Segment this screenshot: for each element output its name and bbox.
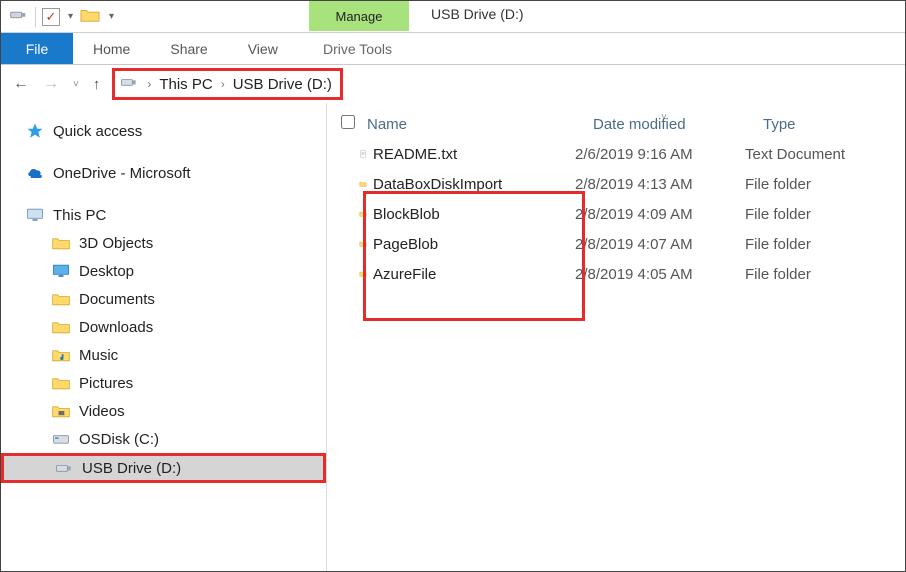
select-all-checkbox[interactable] — [341, 115, 367, 133]
breadcrumb-separator: › — [221, 77, 225, 91]
tree-label: 3D Objects — [79, 235, 153, 252]
tree-label: OSDisk (C:) — [79, 431, 159, 448]
tree-item-videos[interactable]: Videos — [1, 397, 326, 425]
file-date: 2/6/2019 9:16 AM — [575, 146, 745, 163]
this-pc-node[interactable]: This PC — [1, 201, 326, 229]
quick-access-node[interactable]: Quick access — [1, 117, 326, 145]
tree-item-usb-drive[interactable]: USB Drive (D:) — [1, 453, 326, 483]
folder-icon — [341, 265, 367, 283]
drive-icon — [7, 3, 29, 30]
folder-icon — [341, 205, 367, 223]
file-rows: README.txt 2/6/2019 9:16 AM Text Documen… — [327, 139, 905, 289]
title-bar: ✓ ▾ ▾ Manage USB Drive (D:) — [1, 1, 905, 33]
tree-label: USB Drive (D:) — [82, 460, 181, 477]
tree-item-osdisk[interactable]: OSDisk (C:) — [1, 425, 326, 453]
videos-folder-icon — [51, 402, 71, 420]
tree-label: Documents — [79, 291, 155, 308]
file-name: PageBlob — [367, 236, 575, 253]
column-name[interactable]: Name — [367, 116, 593, 133]
desktop-icon — [51, 262, 71, 280]
tree-label: Music — [79, 347, 118, 364]
tree-label: Desktop — [79, 263, 134, 280]
file-type: Text Document — [745, 146, 905, 163]
home-tab[interactable]: Home — [73, 33, 150, 64]
pc-icon — [25, 206, 45, 224]
file-row[interactable]: PageBlob 2/8/2019 4:07 AM File folder — [341, 229, 905, 259]
tree-item-3d-objects[interactable]: 3D Objects — [1, 229, 326, 257]
file-type: File folder — [745, 266, 905, 283]
breadcrumb[interactable]: › This PC › USB Drive (D:) — [112, 68, 343, 100]
cloud-icon — [25, 164, 45, 182]
onedrive-node[interactable]: OneDrive - Microsoft — [1, 159, 326, 187]
textfile-icon — [341, 145, 367, 163]
star-icon — [25, 122, 45, 140]
tree-label: Pictures — [79, 375, 133, 392]
drive-tools-tab[interactable]: Drive Tools — [323, 41, 392, 57]
file-date: 2/8/2019 4:05 AM — [575, 266, 745, 283]
file-date: 2/8/2019 4:07 AM — [575, 236, 745, 253]
share-tab[interactable]: Share — [150, 33, 227, 64]
file-row[interactable]: BlockBlob 2/8/2019 4:09 AM File folder — [341, 199, 905, 229]
file-date: 2/8/2019 4:09 AM — [575, 206, 745, 223]
view-tab[interactable]: View — [228, 33, 298, 64]
column-date-modified[interactable]: ˅ Date modified — [593, 116, 763, 133]
folder-icon — [341, 175, 367, 193]
file-row[interactable]: DataBoxDiskImport 2/8/2019 4:13 AM File … — [341, 169, 905, 199]
file-row[interactable]: AzureFile 2/8/2019 4:05 AM File folder — [341, 259, 905, 289]
chevron-down-icon[interactable]: ▾ — [68, 11, 73, 22]
tree-item-music[interactable]: Music — [1, 341, 326, 369]
disk-icon — [51, 430, 71, 448]
divider — [35, 7, 36, 27]
tree-label: Quick access — [53, 123, 142, 140]
file-type: File folder — [745, 206, 905, 223]
tree-label: Videos — [79, 403, 125, 420]
tree-item-documents[interactable]: Documents — [1, 285, 326, 313]
sort-chevron-icon: ˅ — [661, 112, 667, 123]
nav-arrows: ← → ˅ ↑ — [13, 75, 100, 93]
folder-icon — [51, 290, 71, 308]
ribbon-tabs: File Home Share View — [1, 33, 905, 65]
tree-label: OneDrive - Microsoft — [53, 165, 191, 182]
quick-access-toolbar: ✓ ▾ ▾ — [1, 3, 114, 30]
navigation-bar: ← → ˅ ↑ › This PC › USB Drive (D:) — [1, 65, 905, 103]
tree-label: Downloads — [79, 319, 153, 336]
breadcrumb-separator: › — [147, 77, 151, 91]
new-folder-icon[interactable] — [79, 5, 101, 28]
file-list: Name ˅ Date modified Type README.txt 2/6… — [327, 103, 905, 571]
breadcrumb-root[interactable]: This PC — [159, 76, 212, 93]
window-title: USB Drive (D:) — [431, 6, 524, 22]
music-folder-icon — [51, 346, 71, 364]
up-button[interactable]: ↑ — [93, 76, 101, 93]
file-type: File folder — [745, 236, 905, 253]
file-date: 2/8/2019 4:13 AM — [575, 176, 745, 193]
main-area: Quick access OneDrive - Microsoft This P… — [1, 103, 905, 571]
folder-icon — [51, 234, 71, 252]
tree-item-desktop[interactable]: Desktop — [1, 257, 326, 285]
file-name: AzureFile — [367, 266, 575, 283]
back-button[interactable]: ← — [13, 75, 29, 93]
tree-item-downloads[interactable]: Downloads — [1, 313, 326, 341]
column-type[interactable]: Type — [763, 116, 905, 133]
file-name: README.txt — [367, 146, 575, 163]
file-type: File folder — [745, 176, 905, 193]
folder-icon — [341, 235, 367, 253]
pictures-folder-icon — [51, 374, 71, 392]
contextual-tab-manage[interactable]: Manage — [309, 1, 409, 31]
file-name: BlockBlob — [367, 206, 575, 223]
drive-icon — [119, 72, 139, 97]
nav-tree[interactable]: Quick access OneDrive - Microsoft This P… — [1, 103, 327, 571]
recent-locations-chevron[interactable]: ˅ — [73, 79, 79, 90]
breadcrumb-leaf[interactable]: USB Drive (D:) — [233, 76, 332, 93]
chevron-down-icon[interactable]: ▾ — [109, 11, 114, 22]
tree-item-pictures[interactable]: Pictures — [1, 369, 326, 397]
usb-drive-icon — [54, 459, 74, 477]
tree-label: This PC — [53, 207, 106, 224]
folder-icon — [51, 318, 71, 336]
properties-icon[interactable]: ✓ — [42, 8, 60, 26]
file-name: DataBoxDiskImport — [367, 176, 575, 193]
forward-button[interactable]: → — [43, 75, 59, 93]
column-headers: Name ˅ Date modified Type — [327, 109, 905, 139]
file-row[interactable]: README.txt 2/6/2019 9:16 AM Text Documen… — [341, 139, 905, 169]
file-tab[interactable]: File — [1, 33, 73, 64]
